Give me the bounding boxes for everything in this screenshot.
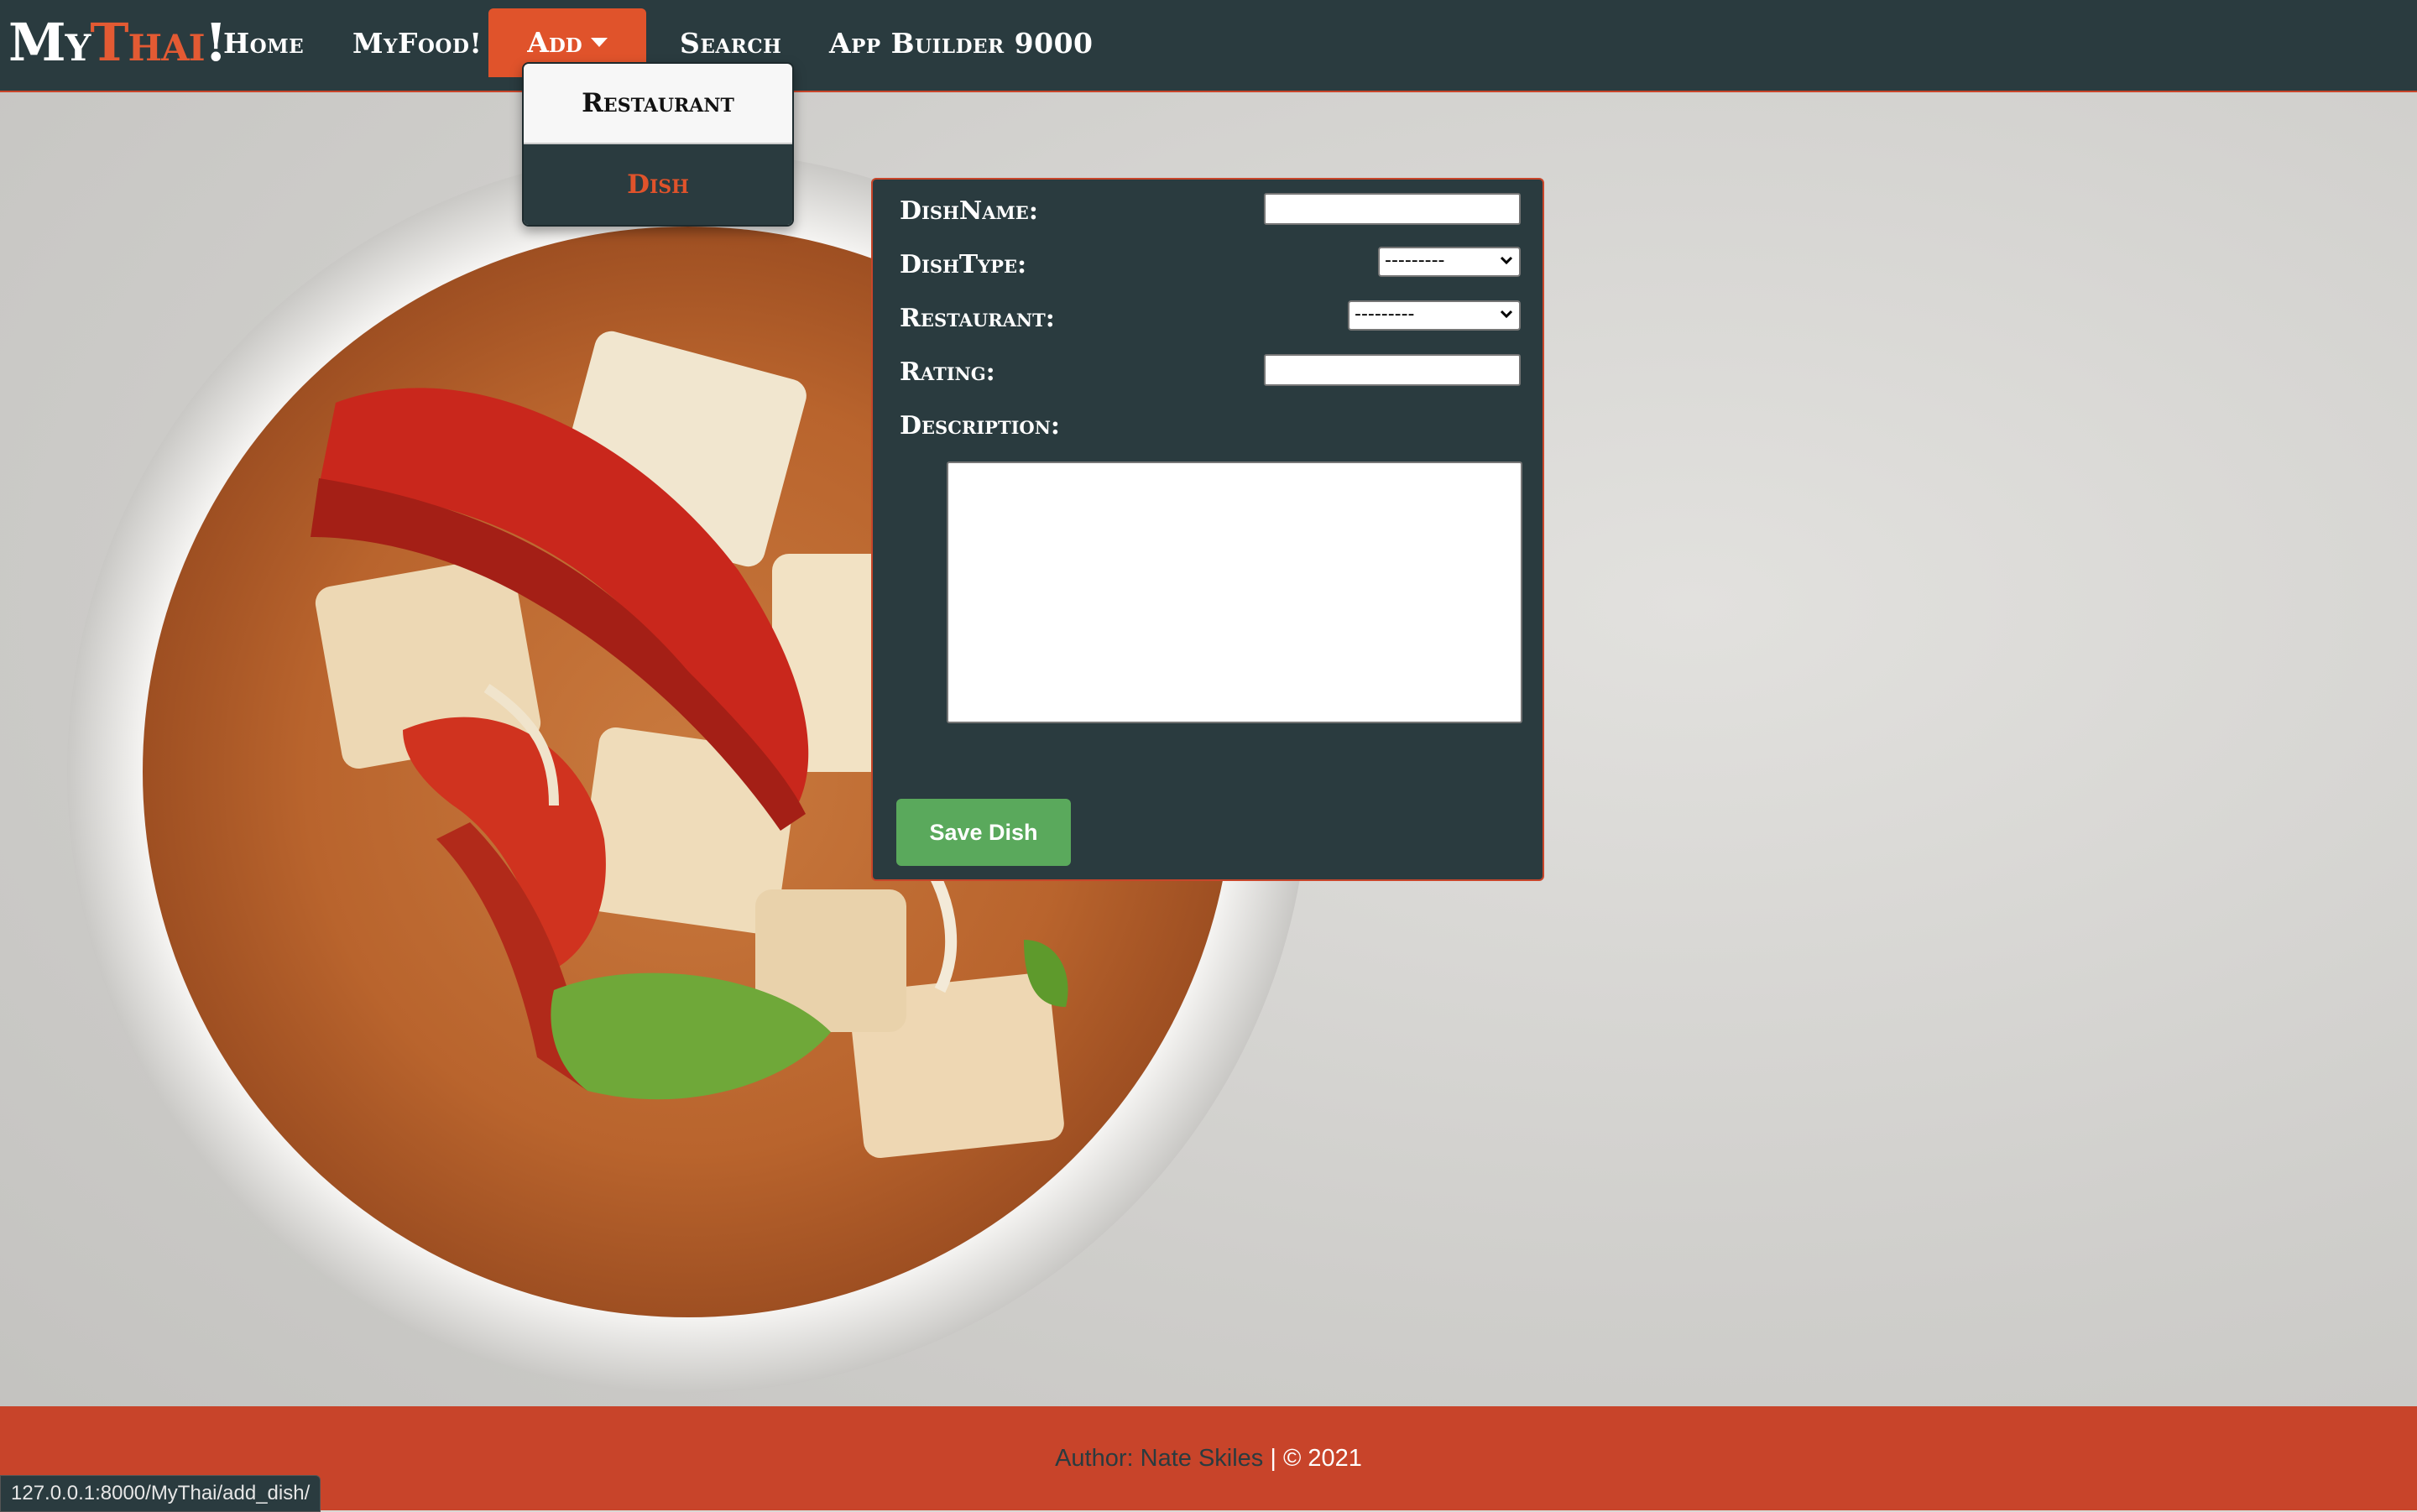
dropdown-item-dish[interactable]: Dish bbox=[524, 144, 792, 225]
restaurant-select[interactable]: --------- bbox=[1348, 300, 1521, 331]
description-textarea[interactable] bbox=[947, 461, 1522, 723]
status-bar-url: 127.0.0.1:8000/MyThai/add_dish/ bbox=[0, 1475, 321, 1512]
dropdown-item-restaurant[interactable]: Restaurant bbox=[524, 64, 792, 144]
dish-type-label: DishType: bbox=[900, 250, 1027, 279]
restaurant-label: Restaurant: bbox=[900, 304, 1055, 333]
nav-add-label: Add bbox=[527, 26, 582, 59]
caret-down-icon bbox=[590, 38, 608, 47]
dish-type-selected-value: --------- bbox=[1385, 250, 1445, 271]
rating-label: Rating: bbox=[900, 357, 995, 387]
dish-name-label: DishName: bbox=[900, 196, 1038, 226]
top-navbar: MyThai! Home MyFood! Add Search App Buil… bbox=[0, 0, 2417, 92]
rating-input[interactable] bbox=[1264, 354, 1521, 386]
chevron-down-icon bbox=[1500, 256, 1513, 265]
page-footer: Author: Nate Skiles | © 2021 bbox=[0, 1406, 2417, 1510]
footer-author: Author: Nate Skiles bbox=[1055, 1445, 1264, 1472]
dish-name-input[interactable] bbox=[1264, 193, 1521, 225]
chevron-down-icon bbox=[1500, 310, 1513, 319]
nav-home-link[interactable]: Home bbox=[223, 0, 304, 92]
save-dish-button[interactable]: Save Dish bbox=[896, 799, 1071, 866]
nav-myfood-link[interactable]: MyFood! bbox=[352, 0, 482, 92]
add-dish-form: DishName: DishType: --------- Restaurant… bbox=[871, 178, 1544, 881]
add-dropdown-menu: Restaurant Dish bbox=[522, 62, 794, 227]
nav-app-builder-link[interactable]: App Builder 9000 bbox=[829, 0, 1094, 92]
brand-accent: Thai bbox=[90, 12, 205, 73]
footer-separator: | bbox=[1263, 1445, 1283, 1472]
dish-type-select[interactable]: --------- bbox=[1378, 247, 1521, 277]
restaurant-selected-value: --------- bbox=[1355, 304, 1415, 325]
brand-prefix: My bbox=[8, 12, 91, 73]
footer-copyright: © 2021 bbox=[1282, 1445, 1362, 1472]
description-label: Description: bbox=[900, 411, 1060, 441]
brand-logo[interactable]: MyThai! bbox=[8, 12, 227, 73]
